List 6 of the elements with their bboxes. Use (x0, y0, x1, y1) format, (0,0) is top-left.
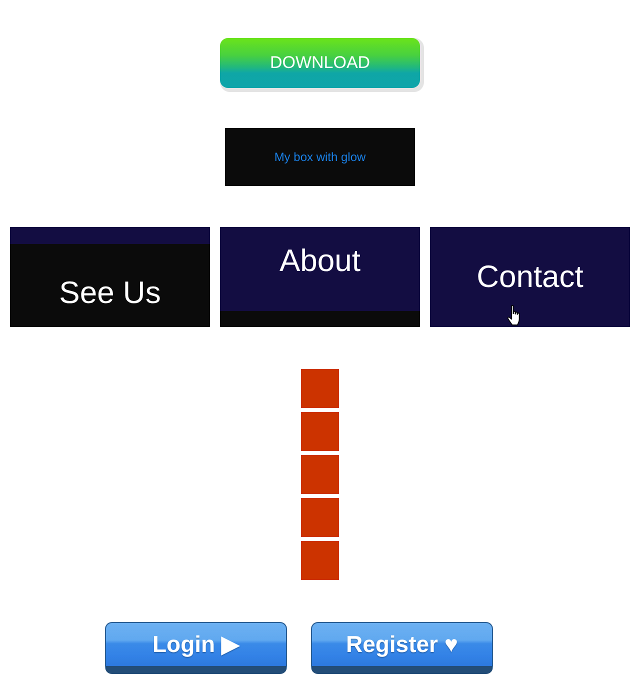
panel-text: My box with glow (274, 150, 366, 164)
nav-tile[interactable]: Contact (430, 227, 630, 327)
action-button[interactable]: Login ▶ (105, 622, 287, 674)
nav-tile[interactable]: See Us (10, 227, 210, 327)
action-button[interactable]: Register ♥ (311, 622, 493, 674)
nav-tile[interactable]: About (220, 227, 420, 327)
